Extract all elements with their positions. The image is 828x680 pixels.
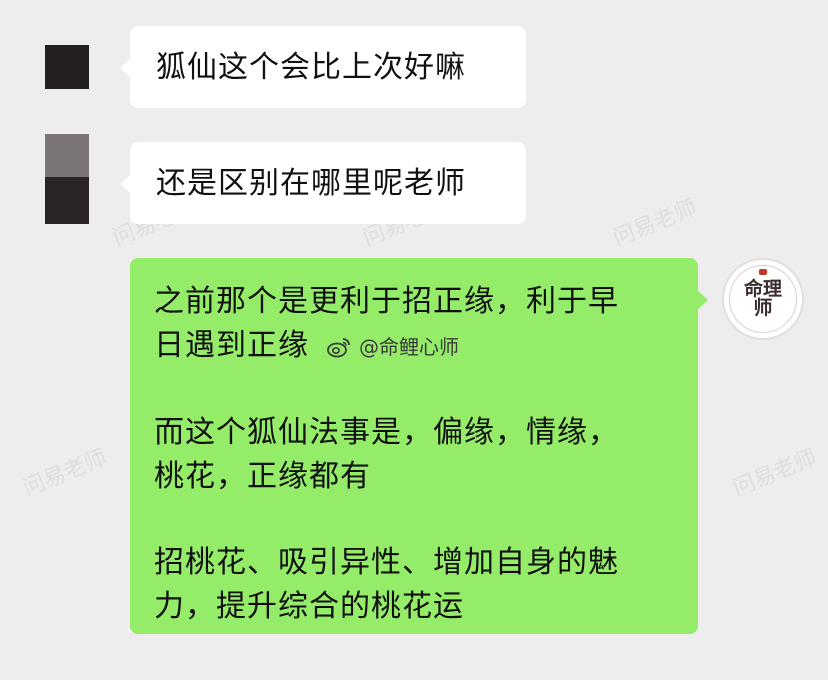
weibo-watermark: @命鲤心师 (327, 325, 459, 369)
message-bubble-outgoing[interactable]: 之前那个是更利于招正缘，利于早 日遇到正缘 @命鲤心师 而这个狐仙法事是，偏缘，情… (130, 258, 708, 634)
own-avatar[interactable]: 命理师 (722, 258, 804, 340)
message-bubble-incoming[interactable]: 狐仙这个会比上次好嘛 (120, 26, 526, 108)
avatar-logo-text: 命理师 (743, 278, 782, 319)
message-text: 狐仙这个会比上次好嘛 (156, 50, 466, 85)
contact-avatar[interactable] (45, 45, 89, 89)
contact-avatar[interactable] (45, 134, 89, 224)
message-bubble-incoming[interactable]: 还是区别在哪里呢老师 (120, 142, 526, 224)
weibo-icon (327, 337, 350, 357)
avatar-logo: 命理师 (729, 265, 797, 333)
message-text: 还是区别在哪里呢老师 (156, 166, 466, 201)
message-paragraph: 而这个狐仙法事是，偏缘，情缘， 桃花，正缘都有 (154, 414, 619, 494)
watermark-text: 问易老师 (609, 195, 701, 252)
seal-icon (759, 269, 767, 275)
message-paragraph: 之前那个是更利于招正缘，利于早 日遇到正缘 @命鲤心师 (154, 280, 674, 369)
message-paragraph: 招桃花、吸引异性、增加自身的魅 力，提升综合的桃花运 (154, 544, 619, 624)
watermark-text: 问易老师 (729, 445, 821, 502)
watermark-text: 问易老师 (19, 445, 111, 502)
